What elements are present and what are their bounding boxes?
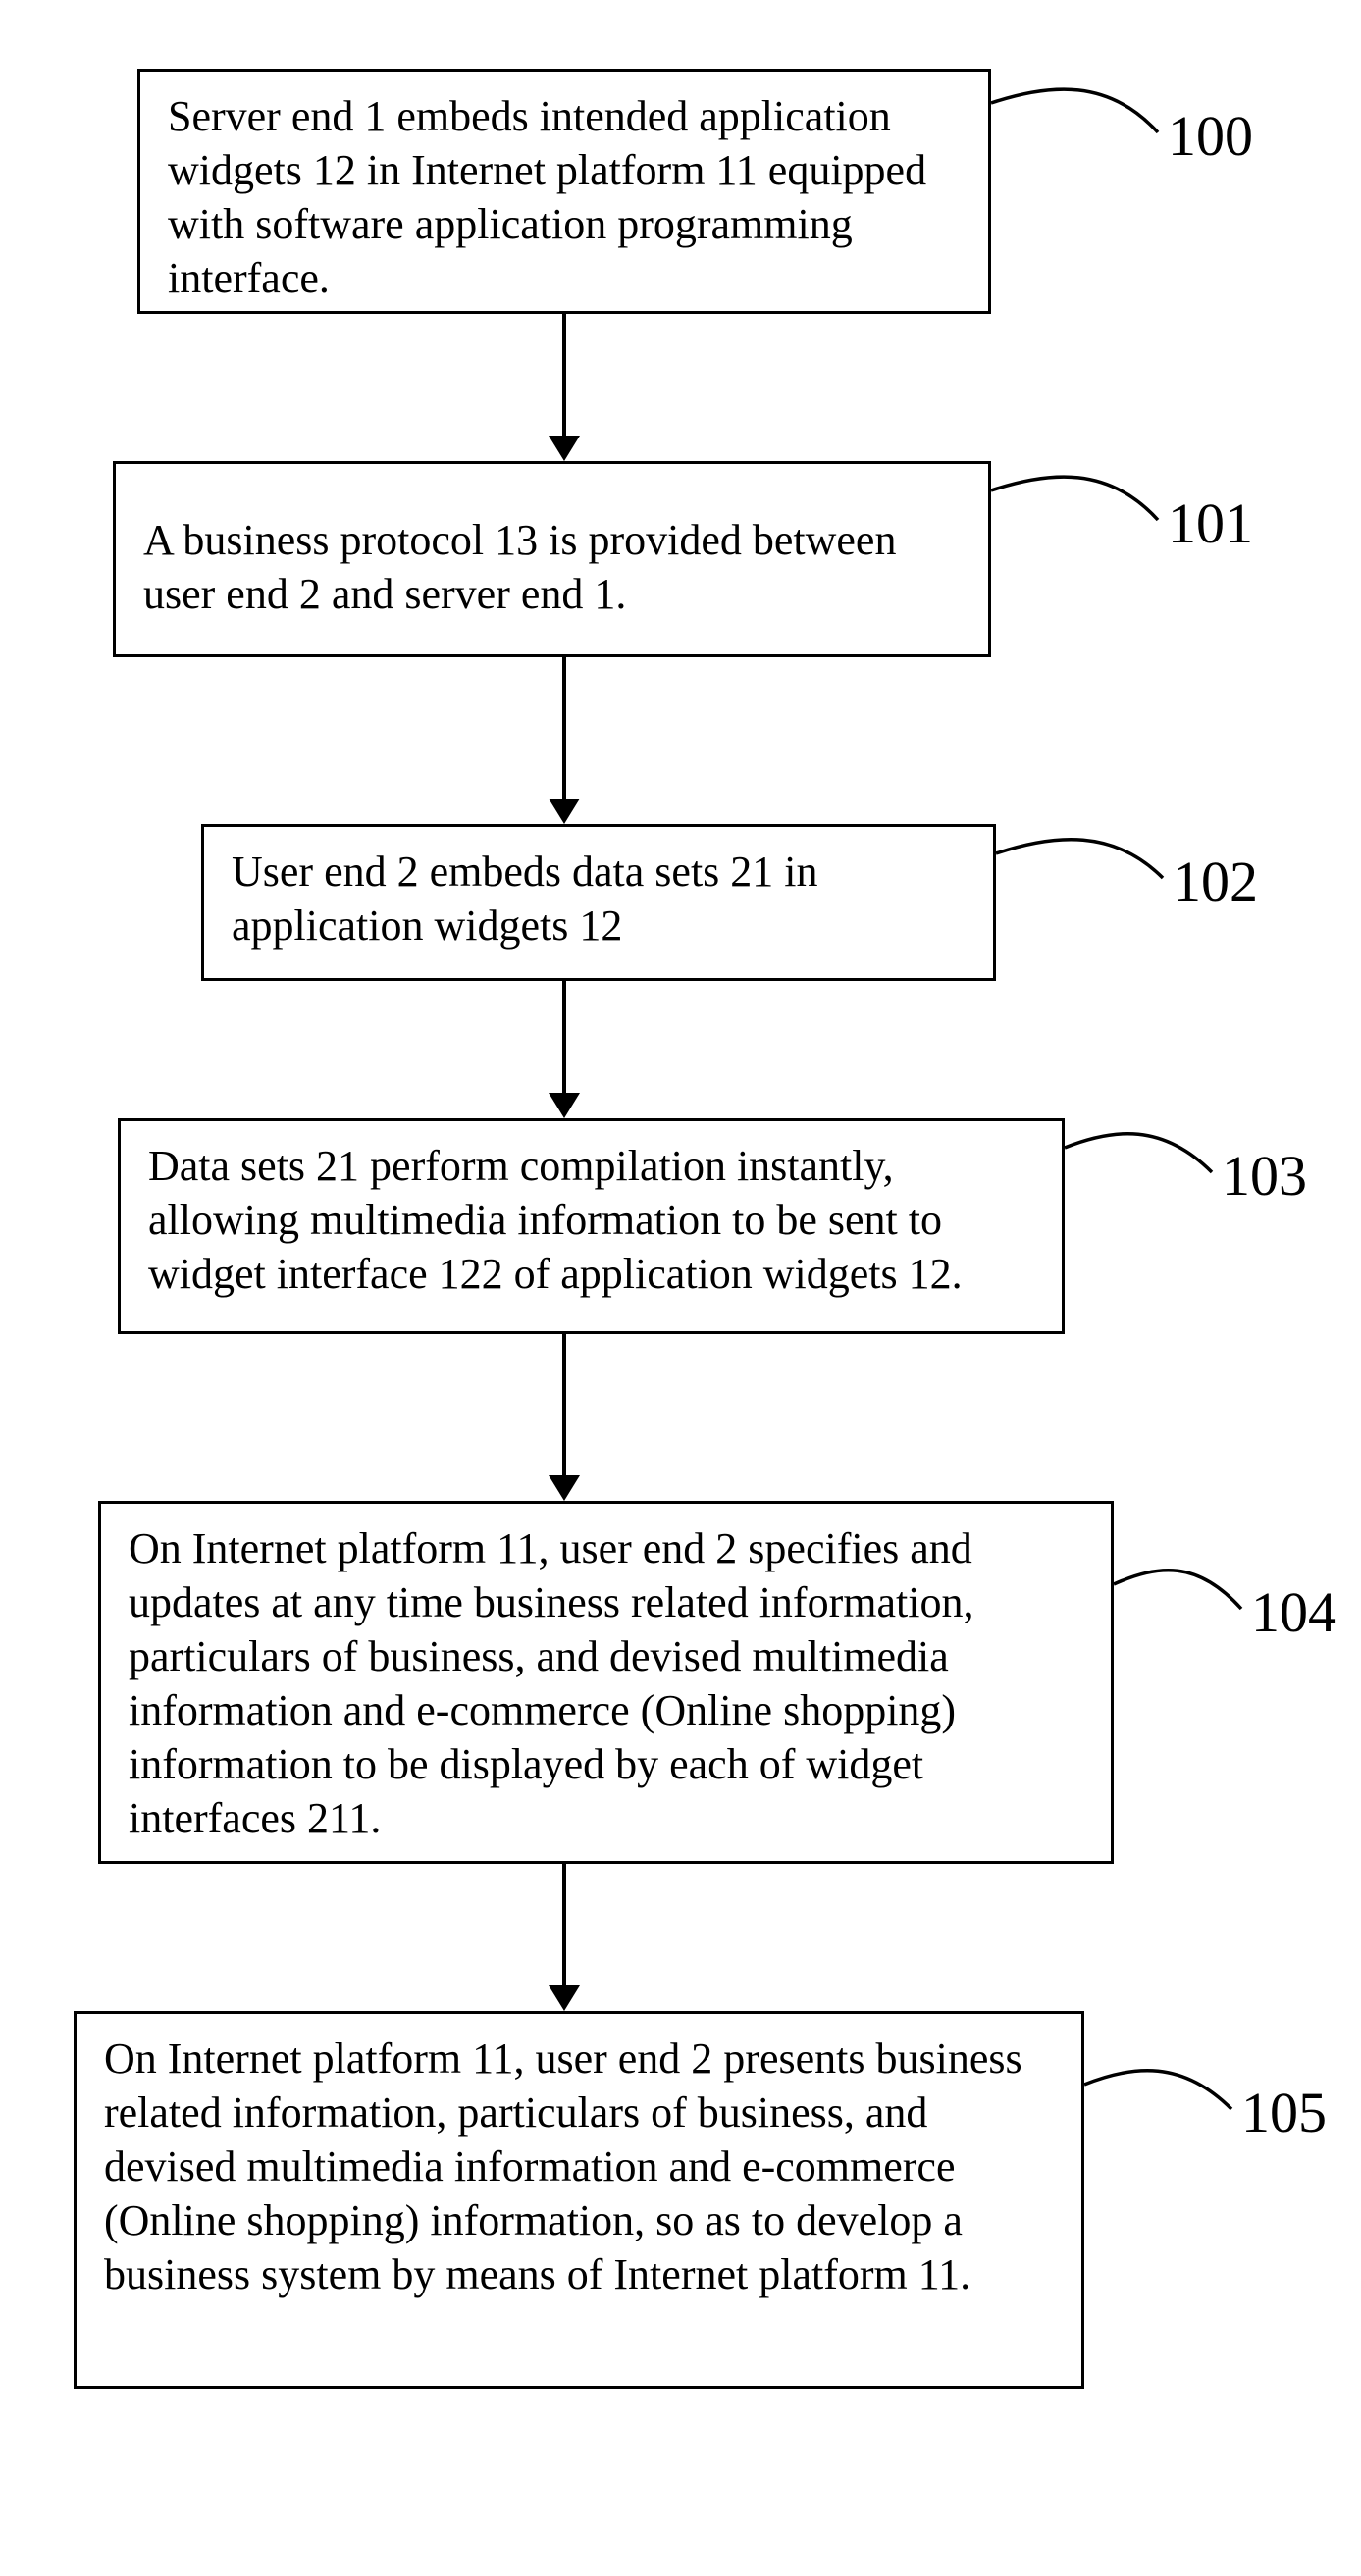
callout-line-105 [1084, 2060, 1261, 2178]
flow-step-101-label: 101 [1168, 495, 1253, 552]
flow-step-101: A business protocol 13 is provided betwe… [113, 461, 991, 657]
flow-step-103: Data sets 21 perform compilation instant… [118, 1118, 1065, 1334]
callout-line-101 [991, 466, 1187, 584]
callout-line-104 [1114, 1560, 1271, 1677]
flow-step-101-text: A business protocol 13 is provided betwe… [143, 516, 896, 618]
flow-step-104-label: 104 [1251, 1584, 1336, 1641]
flow-step-103-label: 103 [1222, 1148, 1307, 1205]
flow-step-100-label: 100 [1168, 108, 1253, 165]
flow-step-105-text: On Internet platform 11, user end 2 pres… [104, 2035, 1022, 2298]
flow-step-103-text: Data sets 21 perform compilation instant… [148, 1142, 963, 1298]
callout-line-100 [991, 78, 1187, 196]
flow-step-102-label: 102 [1173, 853, 1258, 910]
flowchart-canvas: Server end 1 embeds intended application… [0, 0, 1361, 2576]
flow-step-102: User end 2 embeds data sets 21 in applic… [201, 824, 996, 981]
flow-step-104: On Internet platform 11, user end 2 spec… [98, 1501, 1114, 1864]
callout-line-102 [996, 829, 1192, 947]
flow-step-105: On Internet platform 11, user end 2 pres… [74, 2011, 1084, 2389]
flow-step-105-label: 105 [1241, 2085, 1327, 2141]
callout-line-103 [1065, 1123, 1241, 1241]
flow-step-102-text: User end 2 embeds data sets 21 in applic… [232, 848, 818, 950]
flow-step-100: Server end 1 embeds intended application… [137, 69, 991, 314]
flow-step-100-text: Server end 1 embeds intended application… [168, 92, 926, 302]
flow-step-104-text: On Internet platform 11, user end 2 spec… [129, 1524, 973, 1842]
